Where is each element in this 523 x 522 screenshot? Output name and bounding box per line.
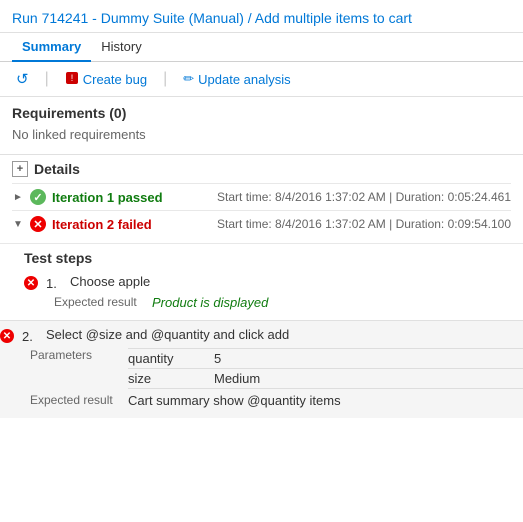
create-bug-label: Create bug xyxy=(83,72,147,87)
step-2-action: Select @size and @quantity and click add xyxy=(46,327,523,342)
bug-icon: ! xyxy=(65,71,79,88)
page-title: Run 714241 - Dummy Suite (Manual) / Add … xyxy=(0,0,523,33)
no-linked-text: No linked requirements xyxy=(12,125,511,146)
step-2-section: ✕ 2. Select @size and @quantity and clic… xyxy=(0,320,523,418)
step-1-status-icon: ✕ xyxy=(24,276,38,290)
toolbar-separator-1: | xyxy=(45,70,49,88)
step-1-expected-row: Expected result Product is displayed xyxy=(54,295,511,310)
refresh-button[interactable]: ↺ xyxy=(12,68,33,90)
step-2-status-icon: ✕ xyxy=(0,329,14,343)
param-size-value: Medium xyxy=(214,371,260,386)
iteration-2-chevron[interactable]: ▼ xyxy=(12,219,24,230)
step-2-expected-value: Cart summary show @quantity items xyxy=(128,393,523,408)
iteration-2-meta: Start time: 8/4/2016 1:37:02 AM | Durati… xyxy=(217,217,511,231)
update-analysis-label: Update analysis xyxy=(198,72,291,87)
svg-text:!: ! xyxy=(70,73,73,83)
iteration-1-label: Iteration 1 passed xyxy=(52,190,163,205)
iteration-row-1: ► ✓ Iteration 1 passed Start time: 8/4/2… xyxy=(12,183,511,210)
step-2-expected-row: Expected result Cart summary show @quant… xyxy=(30,393,523,408)
details-header: + Details xyxy=(12,161,511,177)
toolbar-separator-2: | xyxy=(163,70,167,88)
param-row-quantity: quantity 5 xyxy=(128,348,523,368)
step-1-action: Choose apple xyxy=(70,274,511,289)
pencil-icon: ✏ xyxy=(183,71,194,87)
iteration-1-meta: Start time: 8/4/2016 1:37:02 AM | Durati… xyxy=(217,190,511,204)
iteration-2-label: Iteration 2 failed xyxy=(52,217,162,232)
refresh-icon: ↺ xyxy=(16,70,29,88)
tabs-bar: Summary History xyxy=(0,33,523,62)
step-1-expected-value: Product is displayed xyxy=(152,295,511,310)
step-1-expected-label: Expected result xyxy=(54,295,144,309)
create-bug-button[interactable]: ! Create bug xyxy=(61,69,151,90)
details-expand-icon[interactable]: + xyxy=(12,161,28,177)
test-steps-section: Test steps ✕ 1. Choose apple Expected re… xyxy=(0,243,523,320)
update-analysis-button[interactable]: ✏ Update analysis xyxy=(179,69,294,89)
param-quantity-name: quantity xyxy=(128,351,198,366)
iteration-2-status-icon: ✕ xyxy=(30,216,46,232)
iteration-1-status-icon: ✓ xyxy=(30,189,46,205)
requirements-title: Requirements (0) xyxy=(12,105,511,121)
details-section: + Details ► ✓ Iteration 1 passed Start t… xyxy=(0,155,523,243)
step-row-1: ✕ 1. Choose apple xyxy=(24,274,511,291)
details-title: Details xyxy=(34,161,80,177)
requirements-section: Requirements (0) No linked requirements xyxy=(0,97,523,154)
iteration-1-chevron[interactable]: ► xyxy=(12,192,24,203)
step-2-params-label: Parameters xyxy=(30,348,120,362)
step-1-number: 1. xyxy=(46,276,62,291)
toolbar: ↺ | ! Create bug | ✏ Update analysis xyxy=(0,62,523,97)
step-2-params-row: Parameters quantity 5 size Medium xyxy=(30,348,523,389)
header-title-text: Run 714241 - Dummy Suite (Manual) / Add … xyxy=(12,10,412,26)
param-size-name: size xyxy=(128,371,198,386)
tab-history[interactable]: History xyxy=(91,33,151,62)
test-steps-title: Test steps xyxy=(24,250,511,266)
step-2-number: 2. xyxy=(22,329,38,344)
step-2-expected-label: Expected result xyxy=(30,393,120,407)
param-row-size: size Medium xyxy=(128,368,523,389)
step-2-params-table: quantity 5 size Medium xyxy=(128,348,523,389)
tab-summary[interactable]: Summary xyxy=(12,33,91,62)
param-quantity-value: 5 xyxy=(214,351,221,366)
iteration-row-2: ▼ ✕ Iteration 2 failed Start time: 8/4/2… xyxy=(12,210,511,237)
step-row-2: ✕ 2. Select @size and @quantity and clic… xyxy=(0,327,523,344)
